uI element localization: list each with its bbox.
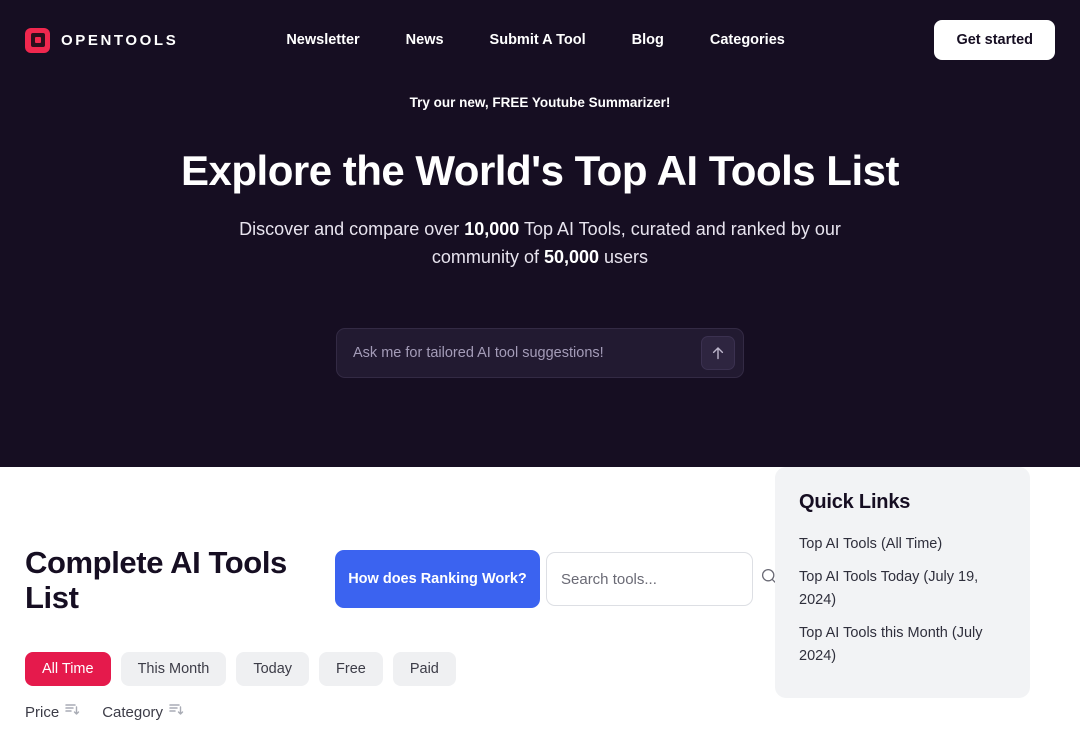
brand-name: OPENTOOLS [61, 31, 179, 49]
announcement-banner[interactable]: Try our new, FREE Youtube Summarizer! [0, 95, 1080, 110]
search-tools-input[interactable] [561, 570, 760, 588]
hero-subtitle-count-users: 50,000 [543, 247, 600, 268]
nav-link-categories[interactable]: Categories [710, 26, 785, 54]
page-title: Complete AI Tools List [25, 545, 287, 616]
filter-pill-paid[interactable]: Paid [392, 652, 456, 687]
brand-logo[interactable]: OPENTOOLS [25, 27, 179, 53]
sort-by-category[interactable]: Category [102, 702, 184, 722]
tools-list-section: Complete AI Tools List How does Ranking … [0, 467, 1080, 745]
sort-descending-icon [65, 702, 80, 722]
hero-section: OPENTOOLS Newsletter News Submit A Tool … [0, 0, 1080, 467]
nav-link-newsletter[interactable]: Newsletter [286, 26, 359, 54]
sort-category-label: Category [102, 703, 164, 721]
filter-pill-free[interactable]: Free [319, 652, 383, 687]
get-started-button[interactable]: Get started [934, 20, 1055, 60]
arrow-up-icon[interactable] [701, 335, 735, 370]
tools-list-controls: Complete AI Tools List How does Ranking … [25, 545, 785, 615]
sort-price-label: Price [25, 703, 60, 721]
quick-link-top-ai-tools-this-month[interactable]: Top AI Tools this Month (July 2024) [799, 622, 1006, 667]
hero-title: Explore the World's Top AI Tools List [181, 147, 899, 194]
sort-by-price[interactable]: Price [25, 702, 80, 722]
quick-link-top-ai-tools-today[interactable]: Top AI Tools Today (July 19, 2024) [799, 566, 1006, 611]
sort-descending-icon [169, 702, 184, 722]
hero-subtitle: Discover and compare over 10,000 Top AI … [200, 216, 880, 272]
main-navigation: Newsletter News Submit A Tool Blog Categ… [286, 26, 785, 54]
quick-links-title: Quick Links [799, 491, 911, 513]
hero-subtitle-text-1: Discover and compare over [239, 219, 465, 240]
logo-core-square [34, 37, 41, 43]
quick-links-card: Quick Links Top AI Tools (All Time) Top … [775, 467, 1030, 699]
nav-link-submit-a-tool[interactable]: Submit A Tool [490, 26, 586, 54]
opentools-logo-icon [25, 27, 50, 53]
site-header: OPENTOOLS Newsletter News Submit A Tool … [0, 0, 1080, 80]
nav-link-blog[interactable]: Blog [632, 26, 664, 54]
sort-controls: Price Category [25, 702, 785, 722]
ai-suggestion-input[interactable] [353, 344, 701, 361]
how-does-ranking-work-button[interactable]: How does Ranking Work? [335, 550, 540, 608]
hero-subtitle-text-3: users [599, 247, 649, 268]
nav-link-news[interactable]: News [406, 26, 444, 54]
filter-pill-today[interactable]: Today [236, 652, 310, 687]
ai-suggestion-chatbox[interactable] [336, 327, 744, 378]
filter-pill-all-time[interactable]: All Time [25, 652, 111, 687]
filter-pill-this-month[interactable]: This Month [120, 652, 227, 687]
hero-subtitle-count-tools: 10,000 [464, 219, 520, 240]
search-tools-field[interactable] [546, 552, 778, 606]
tools-list-left-column: Complete AI Tools List How does Ranking … [25, 545, 785, 722]
time-filter-pills: All Time This Month Today Free Paid [25, 652, 785, 687]
quick-link-top-ai-tools-all-time[interactable]: Top AI Tools (All Time) [799, 533, 1006, 555]
logo-inner-square [30, 33, 45, 47]
